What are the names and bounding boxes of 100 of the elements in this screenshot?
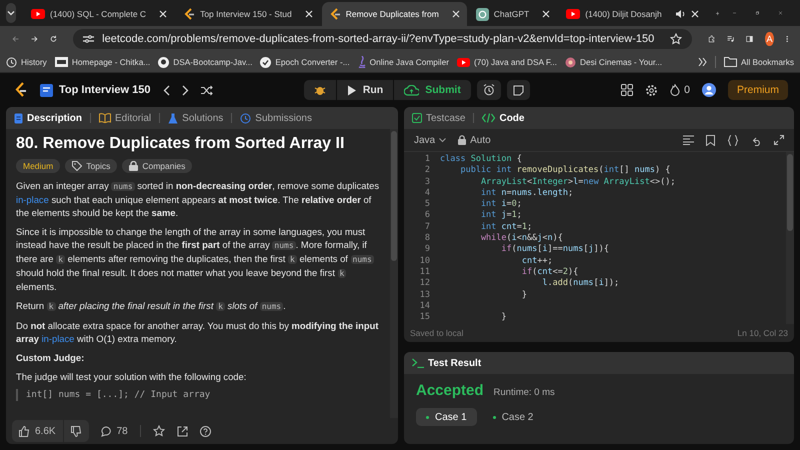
panel-tab[interactable]: Code bbox=[480, 112, 526, 124]
panel-tab[interactable]: Editorial bbox=[97, 112, 154, 124]
braces-icon[interactable] bbox=[727, 134, 739, 146]
browser-tab[interactable]: (1400) Diljit Dosanjh bbox=[559, 2, 706, 26]
bookmark[interactable]: Desi Cinemas - Your... bbox=[564, 56, 662, 68]
flower-icon bbox=[564, 56, 576, 68]
line-number: 6 bbox=[424, 210, 430, 222]
note-icon bbox=[512, 84, 524, 96]
undo-icon[interactable] bbox=[751, 134, 762, 146]
difficulty-tag: Medium bbox=[16, 159, 60, 173]
study-plan-link[interactable]: Top Interview 150 bbox=[40, 84, 150, 96]
auto-mode-toggle[interactable]: Auto bbox=[458, 134, 491, 146]
topics-tag[interactable]: Topics bbox=[65, 159, 118, 173]
chevron-left-icon[interactable] bbox=[162, 84, 170, 96]
tab-search-button[interactable] bbox=[6, 3, 16, 23]
browser-tab[interactable]: ChatGPT bbox=[468, 2, 558, 26]
bookmark[interactable]: Epoch Converter -... bbox=[260, 56, 350, 68]
panel-tab[interactable]: Submissions bbox=[238, 112, 314, 124]
debug-button[interactable] bbox=[304, 80, 336, 100]
share-icon[interactable] bbox=[176, 426, 188, 436]
bookmark[interactable]: DSA-Bootcamp-Jav... bbox=[158, 56, 252, 68]
bookmark[interactable]: Homepage - Chitka... bbox=[54, 57, 150, 67]
in-place-link[interactable]: in-place bbox=[16, 194, 49, 205]
star-icon[interactable] bbox=[152, 425, 165, 437]
caret-icon bbox=[439, 138, 446, 142]
line-number: 12 bbox=[418, 278, 430, 290]
like-button[interactable]: 6.6K bbox=[12, 420, 63, 442]
verdict-text: Accepted bbox=[416, 382, 484, 399]
all-bookmarks-button[interactable]: All Bookmarks bbox=[724, 57, 794, 67]
chevron-double-right-icon[interactable] bbox=[698, 58, 707, 66]
code-icon bbox=[482, 113, 496, 123]
cursor-position: Ln 10, Col 23 bbox=[737, 328, 788, 338]
code-line: } bbox=[500, 312, 507, 324]
expand-icon[interactable] bbox=[774, 135, 784, 145]
line-number: 9 bbox=[424, 244, 430, 256]
video-play-icon bbox=[31, 9, 45, 19]
alarm-clock-button[interactable] bbox=[476, 80, 501, 100]
description-paragraph: Given an integer array nums sorted in non-decreasing order, remove some duplicates in-place such that each unique element appears at most twice. The relative order of the elements should be kept the same. bbox=[16, 179, 380, 219]
code-line: if(nums[i]==nums[j]){ bbox=[500, 244, 609, 256]
alarm-clock-icon bbox=[482, 84, 495, 96]
close-icon[interactable] bbox=[690, 10, 699, 18]
dislike-button[interactable] bbox=[64, 420, 89, 442]
bookmark[interactable]: (70) Java and DSA F... bbox=[456, 57, 557, 67]
star-icon[interactable] bbox=[670, 33, 682, 45]
menu-icon[interactable] bbox=[786, 33, 788, 45]
in-place-link[interactable]: in-place bbox=[42, 333, 74, 344]
chevron-right-icon[interactable] bbox=[182, 84, 188, 96]
panel-tab[interactable]: Description bbox=[12, 112, 84, 124]
address-bar[interactable]: leetcode.com/problems/remove-duplicates-from-sorted-array-ii/?envType=study-plan-v2&envId=top-interview-150 bbox=[73, 29, 692, 49]
grid-icon[interactable] bbox=[621, 84, 634, 96]
line-number: 2 bbox=[424, 165, 430, 177]
line-number: 5 bbox=[424, 199, 430, 210]
check-circle-icon bbox=[260, 56, 272, 68]
note-button[interactable] bbox=[506, 80, 530, 100]
line-number: 8 bbox=[424, 233, 430, 244]
shuffle-icon[interactable] bbox=[200, 84, 212, 96]
language-dropdown[interactable]: Java bbox=[414, 134, 446, 146]
close-icon[interactable] bbox=[542, 10, 550, 18]
scrollbar[interactable] bbox=[390, 129, 398, 418]
side-panel-icon[interactable] bbox=[746, 33, 754, 45]
panel-tab[interactable]: Test Result bbox=[410, 358, 484, 368]
line-number: 13 bbox=[418, 290, 430, 301]
thumbs-down-icon bbox=[70, 426, 82, 436]
browser-tab[interactable]: Remove Duplicates from bbox=[322, 2, 467, 26]
format-lines-icon[interactable] bbox=[683, 135, 694, 145]
help-icon[interactable] bbox=[200, 426, 211, 436]
close-icon[interactable] bbox=[159, 10, 168, 18]
list-book-icon bbox=[40, 84, 53, 96]
bookmark[interactable]: Online Java Compiler bbox=[358, 56, 449, 68]
panel-tab[interactable]: Solutions bbox=[166, 112, 226, 124]
scrollbar[interactable] bbox=[786, 152, 794, 324]
leetcode-logo-icon[interactable] bbox=[14, 82, 28, 98]
site-settings-icon[interactable] bbox=[83, 34, 94, 44]
puzzle-icon[interactable] bbox=[708, 33, 716, 45]
close-icon[interactable] bbox=[452, 10, 460, 18]
premium-button[interactable]: Premium bbox=[728, 80, 788, 100]
play-icon bbox=[346, 84, 357, 96]
test-case-tab[interactable]: Case 2 bbox=[482, 408, 544, 426]
checkbox-icon bbox=[412, 113, 422, 123]
bookmark[interactable]: History bbox=[6, 56, 47, 68]
companies-tag[interactable]: Companies bbox=[122, 159, 192, 173]
streak-counter[interactable]: 0 bbox=[670, 84, 690, 96]
comments-button[interactable]: 78 bbox=[100, 420, 128, 442]
submit-button[interactable]: Submit bbox=[394, 80, 471, 100]
code-line: ArrayList<Integer>l=new ArrayList<>(); bbox=[480, 176, 676, 188]
speaker-icon[interactable] bbox=[674, 9, 686, 19]
bookmark-icon[interactable] bbox=[706, 134, 715, 146]
settings-icon[interactable] bbox=[645, 84, 658, 96]
browser-tab[interactable]: (1400) SQL - Complete C bbox=[24, 2, 174, 26]
code-line: } bbox=[520, 290, 527, 301]
avatar-icon[interactable] bbox=[702, 83, 716, 97]
test-case-tab[interactable]: Case 1 bbox=[416, 408, 477, 426]
browser-tab[interactable]: Top Interview 150 - Stud bbox=[176, 2, 320, 26]
line-number: 7 bbox=[424, 222, 430, 234]
description-paragraph: Return k after placing the final result in the first k slots of nums . bbox=[16, 299, 287, 313]
bug-icon bbox=[314, 84, 326, 96]
chevron-down-icon bbox=[6, 8, 16, 18]
close-icon[interactable] bbox=[304, 10, 313, 18]
run-button[interactable]: Run bbox=[336, 80, 394, 100]
panel-tab[interactable]: Testcase bbox=[410, 112, 468, 124]
